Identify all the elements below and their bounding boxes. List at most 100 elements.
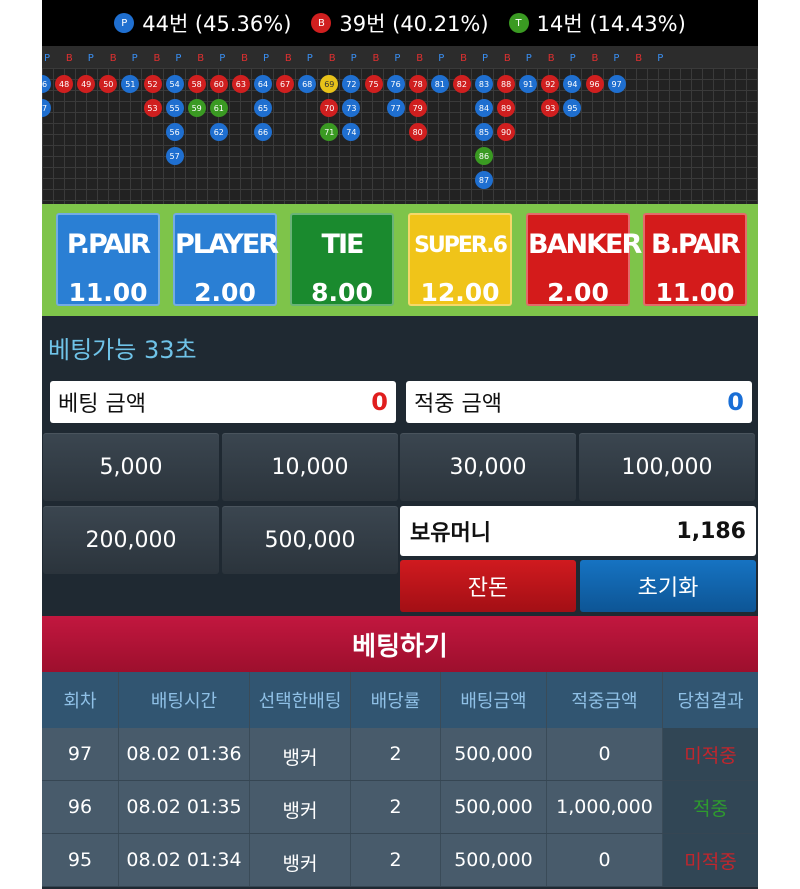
win-amount-label: 적중 금액 xyxy=(414,392,502,417)
table-header-cell: 배당률 xyxy=(351,672,441,728)
road-header-mark: B xyxy=(460,53,467,64)
road-ball: 88 xyxy=(497,75,516,93)
road-ball: 68 xyxy=(298,75,317,93)
table-cell-time: 08.02 01:36 xyxy=(119,728,250,780)
balance-label: 보유머니 xyxy=(410,521,491,546)
chip-30000-button[interactable]: 30,000 xyxy=(400,433,576,501)
table-header-row: 회차 배팅시간 선택한배팅 배당률 배팅금액 적중금액 당첨결과 xyxy=(42,672,758,728)
bet-button-banker[interactable]: BANKER 2.00 xyxy=(526,213,642,307)
bet-button-tie[interactable]: TIE 8.00 xyxy=(290,213,394,307)
road-header-mark: B xyxy=(503,53,511,64)
bet-button-super6[interactable]: SUPER.6 12.00 xyxy=(408,213,512,307)
table-cell-odds: 2 xyxy=(351,834,441,886)
road-header-mark: B xyxy=(416,53,424,64)
road-header-mark: P xyxy=(131,53,138,64)
win-amount-box: 적중 금액 0 xyxy=(406,381,752,423)
road-header-mark: P xyxy=(613,53,620,64)
table-cell-time: 08.02 01:34 xyxy=(119,834,250,886)
table-cell-win: 0 xyxy=(547,728,663,780)
road-ball: 75 xyxy=(364,75,383,93)
road-ball: 97 xyxy=(607,75,626,93)
road-ball: 85 xyxy=(475,123,493,141)
banker-icon: B xyxy=(311,13,332,33)
road-header-mark: P xyxy=(175,53,182,64)
player-stat: P 44번 (45.36%) xyxy=(114,8,291,38)
road-ball: 50 xyxy=(99,75,118,93)
road-ball: 94 xyxy=(563,75,582,93)
road-ball: 51 xyxy=(121,75,140,93)
road-header-mark: P xyxy=(44,53,51,64)
road-ball: 77 xyxy=(386,99,405,117)
road-header-mark: P xyxy=(657,53,664,64)
table-cell-pick: 뱅커 xyxy=(250,834,351,886)
table-cell-pick: 뱅커 xyxy=(250,781,351,833)
road-ball: 48 xyxy=(55,75,74,93)
road-ball: 47 xyxy=(42,99,51,117)
road-header-mark: B xyxy=(241,53,248,64)
road-ball: 82 xyxy=(452,75,471,93)
road-header-mark: B xyxy=(153,53,161,64)
road-ball: 90 xyxy=(497,123,516,141)
road-header-mark: P xyxy=(438,53,445,64)
road-header-mark: B xyxy=(328,53,336,64)
table-cell-round: 96 xyxy=(42,781,119,833)
chip-5000-button[interactable]: 5,000 xyxy=(43,433,219,501)
road-ball: 61 xyxy=(209,99,228,117)
road-header-mark: B xyxy=(591,53,599,64)
table-header-cell: 회차 xyxy=(42,672,119,728)
road-ball: 56 xyxy=(165,123,184,141)
change-button[interactable]: 잔돈 xyxy=(400,560,576,612)
balance-box: 보유머니 1,186 xyxy=(400,506,756,556)
bet-button-name: TIE xyxy=(321,229,365,260)
road-ball: 87 xyxy=(475,171,493,189)
road-header-mark: P xyxy=(306,53,313,64)
road-header: PBPBPBPBPBPBPBPBPBPBPBPBPBPBP xyxy=(42,46,758,68)
road-ball: 78 xyxy=(408,75,427,93)
chip-200000-button[interactable]: 200,000 xyxy=(43,506,219,574)
road-ball: 46 xyxy=(42,75,51,93)
road-ball: 93 xyxy=(541,99,560,117)
road-ball: 64 xyxy=(254,75,272,93)
bet-button-player[interactable]: PLAYER 2.00 xyxy=(173,213,279,307)
road-ball: 59 xyxy=(187,99,206,117)
bet-button-odds: 2.00 xyxy=(194,278,256,307)
road-ball: 96 xyxy=(585,75,604,93)
road-ball: 63 xyxy=(231,75,250,93)
table-row: 96 08.02 01:35 뱅커 2 500,000 1,000,000 적중 xyxy=(42,781,758,834)
road-header-mark: P xyxy=(350,53,357,64)
reset-button[interactable]: 초기화 xyxy=(580,560,756,612)
road-header-mark: B xyxy=(547,53,555,64)
table-header-cell: 당첨결과 xyxy=(677,691,744,712)
bet-panel: P.PAIR 11.00 PLAYER 2.00 TIE 8.00 SUPER.6 12.00… xyxy=(42,204,758,316)
road-header-mark: B xyxy=(109,53,117,64)
table-cell-bet: 500,000 xyxy=(441,834,547,886)
table-cell-round: 97 xyxy=(42,728,119,780)
tie-stat: T 14번 (14.43%) xyxy=(508,8,686,38)
road-ball: 73 xyxy=(342,99,361,117)
place-bet-button[interactable]: 베팅하기 xyxy=(42,616,758,672)
road-ball: 55 xyxy=(165,99,184,117)
bet-button-odds: 11.00 xyxy=(655,278,735,307)
bet-button-ppair[interactable]: P.PAIR 11.00 xyxy=(56,213,160,307)
chip-10000-button[interactable]: 10,000 xyxy=(222,433,398,501)
bet-button-name: B.PAIR xyxy=(651,229,741,260)
chip-100000-button[interactable]: 100,000 xyxy=(579,433,755,501)
table-cell-bet: 500,000 xyxy=(441,728,547,780)
bead-road: P B P B P B P B P B P B P B P B P B P B P B P B P B P B P 46 47484950… xyxy=(42,46,758,204)
tie-icon: T xyxy=(508,13,529,33)
chip-500000-button[interactable]: 500,000 xyxy=(222,506,398,574)
balance-value: 1,186 xyxy=(676,518,746,544)
table-cell-win: 0 xyxy=(547,834,663,886)
road-ball: 89 xyxy=(497,99,516,117)
table-cell-round: 95 xyxy=(42,834,119,886)
bet-amount-label: 베팅 금액 xyxy=(58,392,146,417)
tie-stat-text: 14번 (14.43%) xyxy=(536,12,686,36)
road-header-mark: P xyxy=(263,53,270,64)
table-cell-odds: 2 xyxy=(351,728,441,780)
road-ball: 60 xyxy=(209,75,228,93)
road-header-mark: B xyxy=(65,53,73,64)
road-header-mark: P xyxy=(482,53,489,64)
bet-button-odds: 8.00 xyxy=(311,278,373,307)
bet-button-name: BANKER xyxy=(528,229,642,260)
bet-button-bpair[interactable]: B.PAIR 11.00 xyxy=(643,213,747,307)
